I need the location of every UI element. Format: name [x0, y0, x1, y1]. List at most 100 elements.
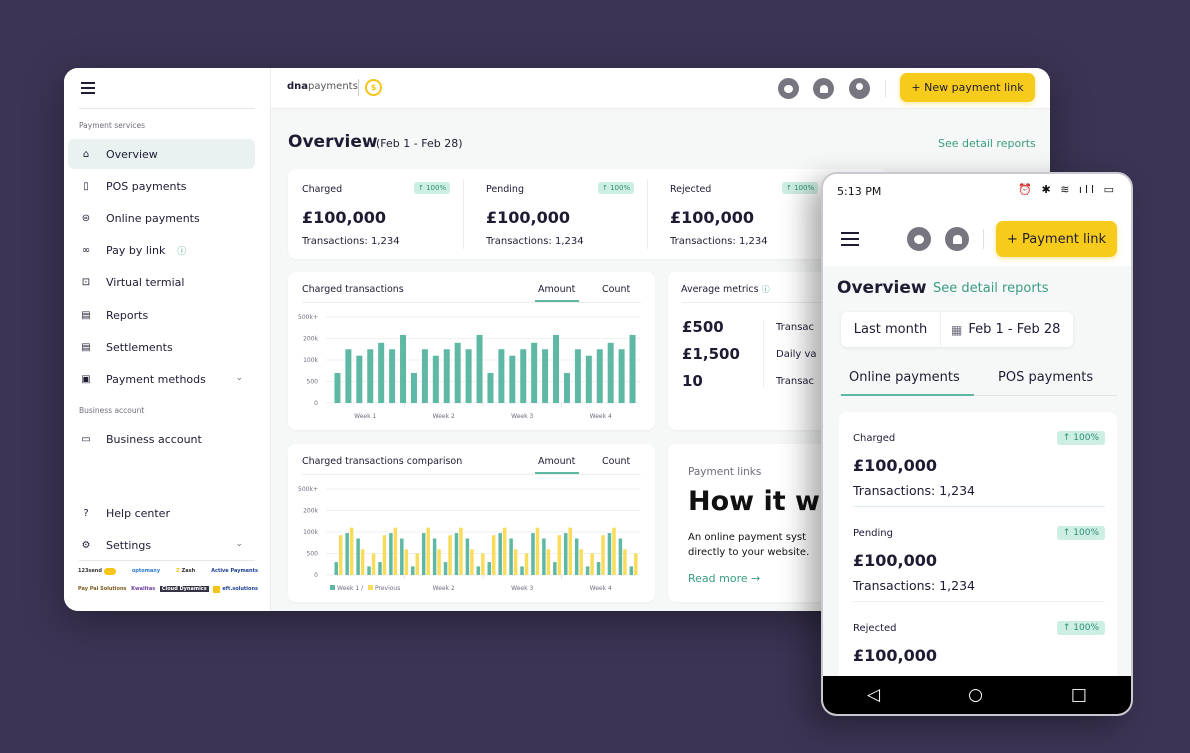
- bar-week-1[interactable]: [520, 566, 524, 575]
- bar-previous[interactable]: [502, 527, 507, 575]
- bar-week-1[interactable]: [389, 533, 393, 575]
- bar-previous[interactable]: [360, 549, 365, 575]
- bar-amount[interactable]: [520, 349, 527, 403]
- range-preset[interactable]: Last month: [841, 312, 941, 347]
- bar-amount[interactable]: [498, 349, 505, 403]
- bar-amount[interactable]: [618, 349, 625, 403]
- bar-amount[interactable]: [400, 334, 407, 403]
- bar-week-1[interactable]: [476, 566, 481, 575]
- tab-pos-payments[interactable]: POS payments: [998, 370, 1093, 385]
- recents-icon[interactable]: □: [1071, 685, 1087, 705]
- bar-week-1[interactable]: [553, 562, 557, 575]
- sidebar-item-settlements[interactable]: ▤ Settlements: [68, 332, 255, 362]
- bar-amount[interactable]: [378, 342, 385, 403]
- info-icon[interactable]: ⓘ: [762, 285, 770, 294]
- sidebar-item-pos-payments[interactable]: ▯ POS payments: [68, 171, 255, 201]
- bar-week-1[interactable]: [487, 562, 492, 575]
- bell-icon[interactable]: [945, 227, 969, 251]
- bar-previous[interactable]: [557, 535, 562, 575]
- bar-previous[interactable]: [349, 527, 354, 575]
- bar-previous[interactable]: [371, 553, 376, 575]
- bar-previous[interactable]: [524, 553, 529, 575]
- bar-previous[interactable]: [623, 549, 627, 575]
- bar-amount[interactable]: [443, 349, 450, 403]
- chevron-down-icon[interactable]: ⌄: [235, 373, 243, 383]
- bar-previous[interactable]: [437, 549, 441, 575]
- bar-amount[interactable]: [410, 372, 417, 403]
- bar-week-1[interactable]: [596, 562, 601, 575]
- sidebar-item-overview[interactable]: ⌂ Overview: [68, 139, 255, 169]
- new-payment-link-button[interactable]: + New payment link: [900, 73, 1035, 102]
- bar-amount[interactable]: [531, 342, 538, 403]
- bar-week-1[interactable]: [432, 538, 437, 575]
- bar-amount[interactable]: [607, 342, 614, 403]
- bar-week-1[interactable]: [378, 562, 382, 575]
- bar-previous[interactable]: [579, 549, 583, 575]
- sidebar-item-reports[interactable]: ▤ Reports: [68, 300, 255, 330]
- sidebar-item-business-account[interactable]: ▭ Business account: [68, 424, 255, 454]
- bar-previous[interactable]: [612, 527, 616, 575]
- bar-previous[interactable]: [568, 527, 573, 575]
- bar-previous[interactable]: [601, 535, 605, 575]
- tab-online-payments[interactable]: Online payments: [849, 370, 960, 385]
- menu-icon[interactable]: [81, 82, 95, 94]
- sidebar-item-virtual-terminal[interactable]: ⊡ Virtual termial: [68, 267, 255, 297]
- bar-week-1[interactable]: [607, 533, 612, 575]
- sidebar-item-settings[interactable]: ⚙ Settings ⌄: [68, 530, 255, 560]
- bar-previous[interactable]: [535, 527, 540, 575]
- chat-icon[interactable]: [778, 78, 799, 99]
- bar-amount[interactable]: [367, 349, 374, 403]
- range-dates[interactable]: ▦ Feb 1 - Feb 28: [941, 322, 1073, 337]
- sidebar-item-payment-methods[interactable]: ▣ Payment methods ⌄: [68, 364, 255, 394]
- bar-previous[interactable]: [393, 527, 398, 575]
- bar-week-1[interactable]: [629, 566, 634, 575]
- sidebar-item-pay-by-link[interactable]: ∞ Pay by link ⓘ: [68, 235, 255, 265]
- bar-week-1[interactable]: [574, 538, 579, 575]
- bar-week-1[interactable]: [498, 533, 502, 575]
- bar-previous[interactable]: [470, 549, 474, 575]
- sidebar-item-online-payments[interactable]: ⊜ Online payments: [68, 203, 255, 233]
- bar-amount[interactable]: [432, 355, 439, 403]
- bar-week-1[interactable]: [421, 533, 426, 575]
- see-detail-reports-link[interactable]: See detail reports: [938, 137, 1036, 150]
- bar-previous[interactable]: [513, 549, 518, 575]
- bar-previous[interactable]: [339, 535, 343, 575]
- bar-week-1[interactable]: [618, 538, 623, 575]
- user-avatar-icon[interactable]: [849, 78, 870, 99]
- bar-previous[interactable]: [382, 535, 387, 575]
- bar-amount[interactable]: [356, 355, 363, 403]
- brand-logo[interactable]: dnapayments: [287, 81, 358, 92]
- see-detail-reports-link[interactable]: See detail reports: [933, 281, 1049, 296]
- bar-amount[interactable]: [585, 355, 592, 403]
- home-icon[interactable]: ○: [968, 685, 983, 705]
- bar-week-1[interactable]: [531, 533, 535, 575]
- bar-previous[interactable]: [448, 535, 452, 575]
- bar-week-1[interactable]: [509, 538, 513, 575]
- bar-week-1[interactable]: [356, 538, 360, 575]
- bell-icon[interactable]: [813, 78, 834, 99]
- bar-amount[interactable]: [334, 372, 341, 403]
- bar-week-1[interactable]: [454, 533, 459, 575]
- bar-previous[interactable]: [426, 527, 430, 575]
- bar-week-1[interactable]: [411, 566, 415, 575]
- bar-amount[interactable]: [345, 349, 352, 403]
- bar-week-1[interactable]: [443, 562, 448, 575]
- bar-week-1[interactable]: [367, 566, 371, 575]
- bar-amount[interactable]: [465, 349, 472, 403]
- chevron-down-icon[interactable]: ⌄: [235, 539, 243, 549]
- bar-amount[interactable]: [574, 349, 581, 403]
- payment-link-button[interactable]: + Payment link: [996, 221, 1117, 257]
- bar-amount[interactable]: [629, 334, 636, 403]
- bar-week-1[interactable]: [542, 538, 546, 575]
- bar-week-1[interactable]: [465, 538, 470, 575]
- menu-icon[interactable]: [841, 232, 859, 250]
- bar-previous[interactable]: [634, 553, 638, 575]
- chat-icon[interactable]: [907, 227, 931, 251]
- bar-previous[interactable]: [459, 527, 463, 575]
- sidebar-item-help-center[interactable]: ? Help center: [68, 498, 255, 528]
- bar-previous[interactable]: [492, 535, 496, 575]
- bar-amount[interactable]: [509, 355, 516, 403]
- bar-week-1[interactable]: [400, 538, 404, 575]
- bar-previous[interactable]: [590, 553, 594, 575]
- info-icon[interactable]: ⓘ: [177, 244, 186, 257]
